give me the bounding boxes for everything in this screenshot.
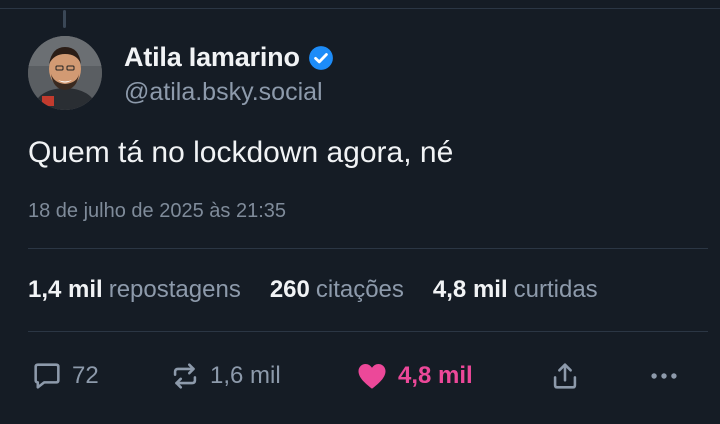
reposts-count: 1,4 mil (28, 276, 103, 303)
display-name-row: Atila Iamarino (124, 40, 334, 76)
display-name[interactable]: Atila Iamarino (124, 42, 300, 73)
more-options-button[interactable] (646, 354, 682, 398)
divider (28, 248, 708, 249)
quotes-count: 260 (269, 276, 310, 303)
likes-stat[interactable]: 4,8 mil curtidas (433, 276, 598, 304)
reposts-stat[interactable]: 1,4 mil repostagens (28, 276, 241, 304)
verified-badge-icon[interactable] (308, 45, 334, 71)
action-bar: 72 1,6 mil 4,8 mil (28, 354, 698, 398)
top-border (0, 8, 720, 9)
reply-icon (34, 363, 60, 389)
repost-count: 1,6 mil (210, 362, 281, 389)
more-icon (651, 373, 677, 379)
avatar[interactable] (28, 36, 102, 110)
like-button[interactable]: 4,8 mil (354, 354, 473, 398)
likes-label: curtidas (513, 276, 598, 303)
quotes-label: citações (315, 276, 404, 303)
author-names: Atila Iamarino @atila.bsky.social (124, 40, 334, 107)
heart-icon (358, 364, 386, 389)
reply-count: 72 (72, 362, 99, 389)
post-text: Quem tá no lockdown agora, né (28, 136, 454, 169)
repost-button[interactable]: 1,6 mil (168, 354, 281, 398)
share-button[interactable] (548, 354, 582, 398)
reply-button[interactable]: 72 (30, 354, 99, 398)
like-count: 4,8 mil (398, 362, 473, 389)
avatar-photo (28, 36, 102, 110)
author-handle[interactable]: @atila.bsky.social (124, 78, 334, 107)
thread-connector-line (63, 10, 66, 28)
likes-count: 4,8 mil (432, 276, 508, 303)
post-stats: 1,4 mil repostagens 260 citações 4,8 mil cu… (28, 276, 627, 304)
share-icon (553, 363, 577, 389)
quotes-stat[interactable]: 260 citações (270, 276, 404, 304)
reposts-label: repostagens (108, 276, 241, 303)
post-header: Atila Iamarino @atila.bsky.social (28, 36, 334, 110)
post-timestamp[interactable]: 18 de julho de 2025 às 21:35 (28, 200, 286, 223)
divider (28, 331, 708, 332)
repost-icon (173, 363, 197, 389)
